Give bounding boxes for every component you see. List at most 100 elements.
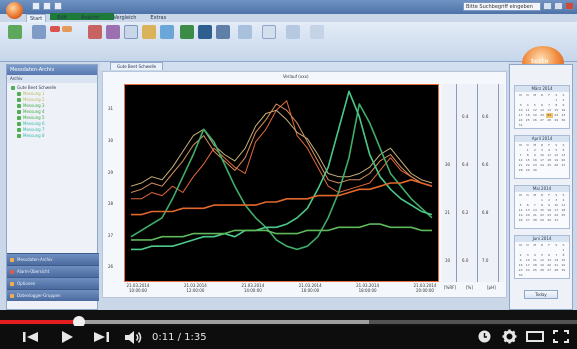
new-icon[interactable]	[8, 25, 22, 39]
calendar-day[interactable]: 31	[553, 218, 560, 223]
tab-view[interactable]: Ansicht	[78, 14, 102, 22]
settings-gear-icon[interactable]	[502, 329, 517, 344]
secondary-tick-label: 6.4	[462, 162, 469, 167]
nav-button-logger-groups[interactable]: Datenlogger-Gruppen	[7, 289, 99, 301]
calendar-day[interactable]: 28	[517, 168, 524, 173]
open-icon[interactable]	[32, 25, 46, 39]
navigation-subheader: Archiv	[7, 75, 97, 83]
tab-start[interactable]: Start	[26, 14, 47, 22]
calendar-day[interactable]: 26	[517, 218, 524, 223]
clock-icon[interactable]	[124, 25, 138, 39]
title-bar: Bitte Suchbegriff eingeben	[0, 0, 577, 14]
nav-button-alarms[interactable]: Alarm-Übersicht	[7, 265, 99, 277]
calendar-day[interactable]: 27	[524, 218, 531, 223]
calendar-day[interactable]: 25	[524, 118, 531, 123]
quick-access-toolbar	[32, 2, 62, 12]
options-icon[interactable]	[238, 25, 252, 39]
calendar-day[interactable]: 24	[538, 163, 545, 168]
tab-compare[interactable]: Vergleich	[110, 14, 139, 22]
tab-edit[interactable]: Edit	[54, 14, 70, 22]
calendar-day[interactable]: 26	[538, 268, 545, 273]
nav-button-archive[interactable]: Messdaten-Archiv	[7, 253, 99, 265]
calendar-day[interactable]: 29	[524, 168, 531, 173]
calendar-day[interactable]: 25	[546, 163, 553, 168]
calendar-day[interactable]: 25	[560, 213, 567, 218]
minimize-button[interactable]	[543, 2, 552, 10]
calendar-month: März 2014 M D M D F S S 1 2 3 4 5 6 7 8 9 10 11 12 13 14 15 16 1…	[514, 85, 570, 129]
ribbon-toolbar: testo	[0, 22, 577, 80]
calendar-grid[interactable]: M D M D F S S 1 2 3 4 5 6 7 8 9 10 11 12 13 14 15 16 17 18 19 20 21…	[515, 142, 569, 174]
calendar-day[interactable]: 30	[546, 218, 553, 223]
calendar-day[interactable]: 29	[538, 218, 545, 223]
line-chart	[130, 90, 433, 251]
watch-later-icon[interactable]	[478, 330, 491, 343]
sigma-icon[interactable]	[106, 25, 120, 39]
calendar-day[interactable]: 28	[553, 268, 560, 273]
series-line-4	[130, 103, 433, 251]
x-tick-label: 21.03.2014 20:00:00	[413, 283, 437, 293]
secondary-axes: 0.4 0.6 30 6.4 6.6 21 6.2 6.8 10 6.0 7.0 [%RF] [%]…	[442, 84, 504, 290]
fullscreen-icon[interactable]	[553, 330, 569, 343]
search-input[interactable]: Bitte Suchbegriff eingeben	[463, 2, 541, 11]
calendar-month: Mai 2014 M D M D F S S 1 2 3 4 5 6 7 8 9 10 11 12 13 14 15 16 17…	[514, 185, 570, 229]
report-icon[interactable]	[88, 25, 102, 39]
y-tick-label: 27	[108, 232, 114, 238]
previous-icon[interactable]	[22, 331, 40, 343]
calendar-grid[interactable]: M D M D F S S 1 2 3 4 5 6 7 8 9 10 11 12 13 14 15 16 17 18 19 20 21…	[515, 192, 569, 224]
calendar-grid[interactable]: M D M D F S S 1 2 3 4 5 6 7 8 9 10 11 12 13 14 15 16 17 18 19 20 21…	[515, 92, 569, 129]
y-tick-label: 30	[108, 137, 114, 143]
nav-button-options[interactable]: Optionen	[7, 277, 99, 289]
zoom-icon[interactable]	[286, 25, 300, 39]
navigation-header: Messdaten-Archiv	[7, 65, 97, 75]
graph-icon[interactable]	[160, 25, 174, 39]
calendar-grid[interactable]: M D M D F S S 1 2 3 4 5 6 7 8 9 10 11 12 13 14 15 16 17 18 19 20 21…	[515, 242, 569, 279]
qat-undo-button[interactable]	[43, 2, 51, 10]
qat-save-button[interactable]	[32, 2, 40, 10]
calendar-day[interactable]: 30	[517, 273, 524, 278]
chart-subtitle: Verlauf (xxx)	[283, 74, 309, 79]
tab-extras[interactable]: Extras	[147, 14, 169, 22]
today-button[interactable]: Today	[524, 290, 558, 299]
calendar-day[interactable]: 29	[560, 268, 567, 273]
x-tick-label: 21.03.2014 10:00:00	[126, 283, 150, 293]
secondary-tick-label: 6.0	[462, 258, 469, 263]
calendar-day[interactable]: 31	[517, 123, 524, 128]
table-view-icon[interactable]	[198, 25, 212, 39]
calendar-day[interactable]: 24	[524, 268, 531, 273]
print-icon[interactable]	[262, 25, 276, 39]
navigation-buttons: Messdaten-Archiv Alarm-Übersicht Optione…	[7, 253, 99, 309]
play-icon[interactable]	[60, 330, 74, 344]
delete-icon[interactable]	[50, 26, 60, 32]
export-icon[interactable]	[142, 25, 156, 39]
calendar-day[interactable]: 30	[531, 168, 538, 173]
document-tab-bar: Gute Beet Schwelle	[100, 62, 508, 70]
close-button[interactable]	[565, 2, 574, 10]
chart-view-icon[interactable]	[180, 25, 194, 39]
video-progress-bar[interactable]	[0, 316, 577, 328]
calendar-day[interactable]: 26	[553, 163, 560, 168]
secondary-tick-label: 10	[445, 258, 451, 263]
calendar-day[interactable]: 26	[531, 118, 538, 123]
tree-node[interactable]: Messung 8	[11, 133, 95, 139]
scale-icon[interactable]	[216, 25, 230, 39]
help-icon[interactable]	[310, 25, 324, 39]
calendar-day[interactable]: 25	[531, 268, 538, 273]
calendar-day[interactable]: 29	[553, 118, 560, 123]
calendar-day[interactable]: 28	[546, 118, 553, 123]
volume-icon[interactable]	[124, 331, 144, 344]
calendar-day[interactable]: 27	[546, 268, 553, 273]
sensor-icon	[17, 128, 21, 132]
calendar-day[interactable]: 27	[538, 118, 545, 123]
calendar-day[interactable]: 28	[531, 218, 538, 223]
calendar-day[interactable]: 30	[560, 118, 567, 123]
cut-icon[interactable]	[62, 26, 72, 32]
qat-redo-button[interactable]	[54, 2, 62, 10]
theater-mode-icon[interactable]	[526, 331, 544, 342]
maximize-button[interactable]	[554, 2, 563, 10]
calendar-day[interactable]: 27	[560, 163, 567, 168]
plot-area[interactable]	[124, 84, 439, 282]
document-tab[interactable]: Gute Beet Schwelle	[110, 62, 164, 70]
next-icon[interactable]	[92, 331, 110, 343]
application-menu-button[interactable]	[6, 2, 23, 19]
axis-unit-label: [pH]	[487, 285, 496, 290]
